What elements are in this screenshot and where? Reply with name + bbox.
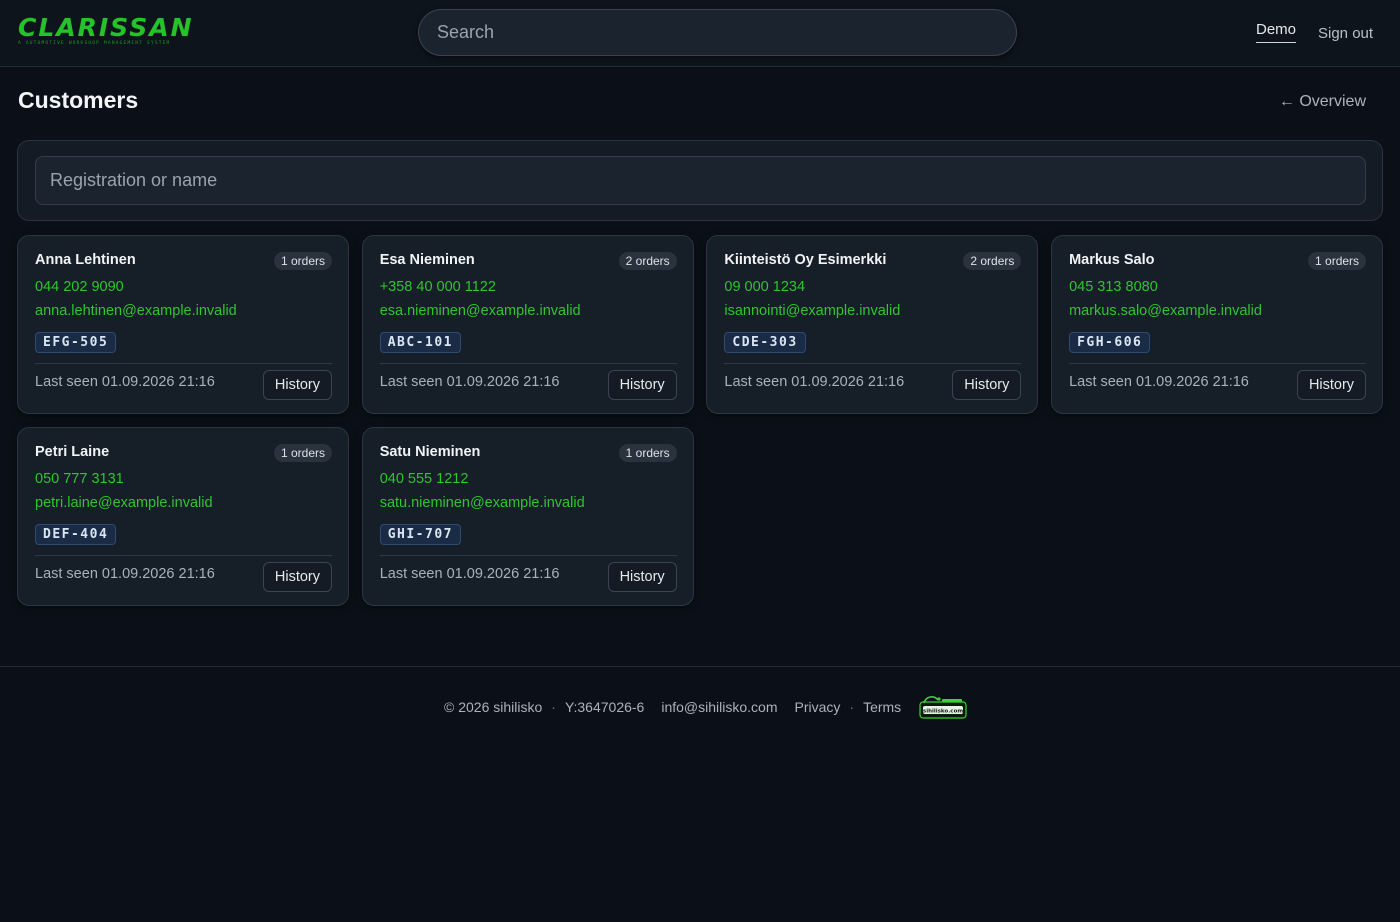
sihilisko-logo-icon[interactable]: sihilisko.com bbox=[918, 693, 968, 721]
history-button[interactable]: History bbox=[607, 370, 677, 400]
customer-phone-link[interactable]: 044 202 9090 bbox=[35, 279, 124, 295]
last-seen-text: Last seen 01.09.2026 21:16 bbox=[379, 566, 560, 582]
logo-text: CLARISSAN bbox=[18, 13, 194, 42]
footer-logo-text: sihilisko.com bbox=[923, 709, 963, 715]
global-search-input[interactable] bbox=[418, 9, 1017, 56]
customer-grid: Anna Lehtinen 1 orders 044 202 9090 anna… bbox=[17, 235, 1384, 606]
customer-email-link[interactable]: markus.salo@example.invalid bbox=[1069, 303, 1262, 319]
orders-badge: 1 orders bbox=[618, 444, 677, 462]
customer-name: Petri Laine bbox=[35, 444, 110, 460]
footer-email-link[interactable]: info@sihilisko.com bbox=[661, 699, 777, 715]
filter-panel bbox=[17, 140, 1383, 221]
footer-separator: · bbox=[551, 699, 556, 715]
footer-copyright: © 2026 sihilisko bbox=[444, 699, 543, 715]
customer-email-link[interactable]: petri.laine@example.invalid bbox=[35, 495, 213, 511]
history-button[interactable]: History bbox=[952, 370, 1022, 400]
customer-phone-link[interactable]: 040 555 1212 bbox=[380, 471, 469, 487]
orders-badge: 1 orders bbox=[273, 252, 332, 270]
footer: © 2026 sihilisko · Y:3647026-6 info@sihi… bbox=[0, 666, 1400, 922]
card-divider bbox=[1069, 363, 1367, 364]
orders-badge: 1 orders bbox=[273, 444, 332, 462]
back-to-overview-link[interactable]: ← Overview bbox=[1279, 93, 1366, 111]
customer-card: Markus Salo 1 orders 045 313 8080 markus… bbox=[1051, 235, 1384, 414]
customer-phone-link[interactable]: 050 777 3131 bbox=[35, 471, 124, 487]
card-divider bbox=[724, 363, 1022, 364]
card-divider bbox=[379, 555, 677, 556]
footer-row: © 2026 sihilisko · Y:3647026-6 info@sihi… bbox=[444, 693, 968, 721]
top-bar: CLARISSAN A AUTOMOTIVE WORKSHOP MANAGEME… bbox=[0, 0, 1400, 67]
logo-tagline: A AUTOMOTIVE WORKSHOP MANAGEMENT SYSTEM bbox=[18, 41, 171, 46]
footer-terms-link[interactable]: Terms bbox=[863, 699, 901, 715]
history-button[interactable]: History bbox=[607, 562, 677, 592]
history-button[interactable]: History bbox=[1296, 370, 1367, 400]
footer-business-id: Y:3647026-6 bbox=[564, 699, 645, 715]
customer-name: Satu Nieminen bbox=[379, 444, 481, 460]
orders-badge: 1 orders bbox=[1308, 252, 1367, 270]
card-divider bbox=[35, 555, 332, 556]
sign-out-link[interactable]: Sign out bbox=[1318, 25, 1373, 42]
footer-separator: · bbox=[849, 699, 855, 715]
card-divider bbox=[35, 363, 332, 364]
history-button[interactable]: History bbox=[262, 562, 332, 592]
customer-phone-link[interactable]: +358 40 000 1122 bbox=[380, 279, 496, 295]
customer-card: Petri Laine 1 orders 050 777 3131 petri.… bbox=[17, 427, 349, 606]
customer-email-link[interactable]: satu.nieminen@example.invalid bbox=[380, 495, 585, 511]
customer-card: Kiinteistö Oy Esimerkki 2 orders 09 000 … bbox=[706, 235, 1039, 414]
orders-badge: 2 orders bbox=[963, 252, 1022, 270]
customer-name: Esa Nieminen bbox=[379, 252, 475, 268]
customer-filter-input[interactable] bbox=[35, 156, 1366, 205]
app-logo[interactable]: CLARISSAN A AUTOMOTIVE WORKSHOP MANAGEME… bbox=[18, 13, 194, 50]
last-seen-text: Last seen 01.09.2026 21:16 bbox=[35, 566, 215, 582]
card-divider bbox=[379, 363, 677, 364]
customer-card: Satu Nieminen 1 orders 040 555 1212 satu… bbox=[361, 427, 694, 606]
customer-email-link[interactable]: isannointi@example.invalid bbox=[724, 303, 900, 319]
footer-privacy-link[interactable]: Privacy bbox=[794, 699, 840, 715]
customer-name: Kiinteistö Oy Esimerkki bbox=[724, 252, 887, 268]
last-seen-text: Last seen 01.09.2026 21:16 bbox=[35, 374, 215, 390]
registration-plate: EFG-505 bbox=[35, 332, 117, 353]
page-title: Customers bbox=[18, 87, 139, 113]
customer-email-link[interactable]: esa.nieminen@example.invalid bbox=[380, 303, 581, 319]
registration-plate: DEF-404 bbox=[35, 524, 117, 545]
last-seen-text: Last seen 01.09.2026 21:16 bbox=[379, 374, 560, 390]
registration-plate: GHI-707 bbox=[379, 524, 461, 545]
last-seen-text: Last seen 01.09.2026 21:16 bbox=[724, 374, 905, 390]
orders-badge: 2 orders bbox=[618, 252, 677, 270]
registration-plate: CDE-303 bbox=[724, 332, 806, 353]
registration-plate: ABC-101 bbox=[379, 332, 461, 353]
customer-phone-link[interactable]: 045 313 8080 bbox=[1069, 279, 1158, 295]
customer-name: Anna Lehtinen bbox=[35, 252, 136, 268]
registration-plate: FGH-606 bbox=[1069, 332, 1151, 353]
customer-email-link[interactable]: anna.lehtinen@example.invalid bbox=[35, 303, 237, 319]
customer-card: Anna Lehtinen 1 orders 044 202 9090 anna… bbox=[17, 235, 349, 414]
customer-phone-link[interactable]: 09 000 1234 bbox=[724, 279, 805, 295]
customer-card: Esa Nieminen 2 orders +358 40 000 1122 e… bbox=[361, 235, 694, 414]
customer-name: Markus Salo bbox=[1069, 252, 1155, 268]
last-seen-text: Last seen 01.09.2026 21:16 bbox=[1069, 374, 1249, 390]
nav-demo-link[interactable]: Demo bbox=[1256, 21, 1297, 43]
history-button[interactable]: History bbox=[262, 370, 332, 400]
